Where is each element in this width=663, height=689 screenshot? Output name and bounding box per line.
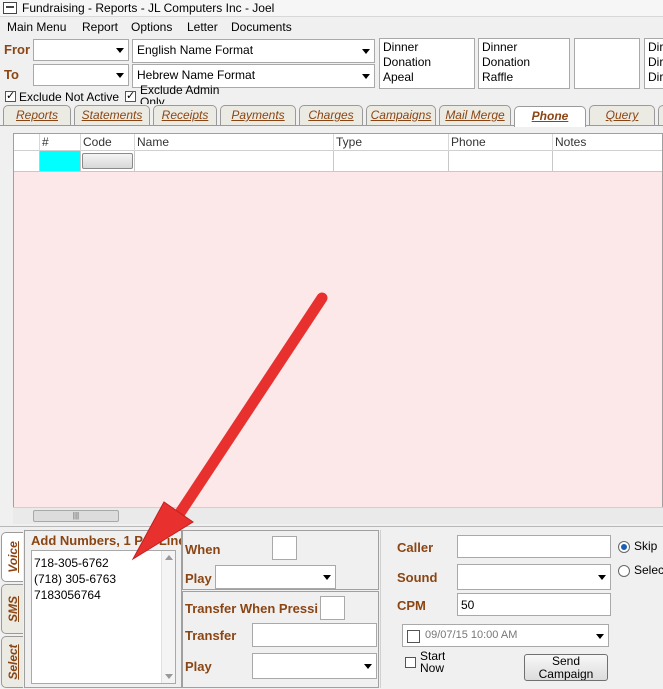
annotation-arrow xyxy=(131,292,328,561)
